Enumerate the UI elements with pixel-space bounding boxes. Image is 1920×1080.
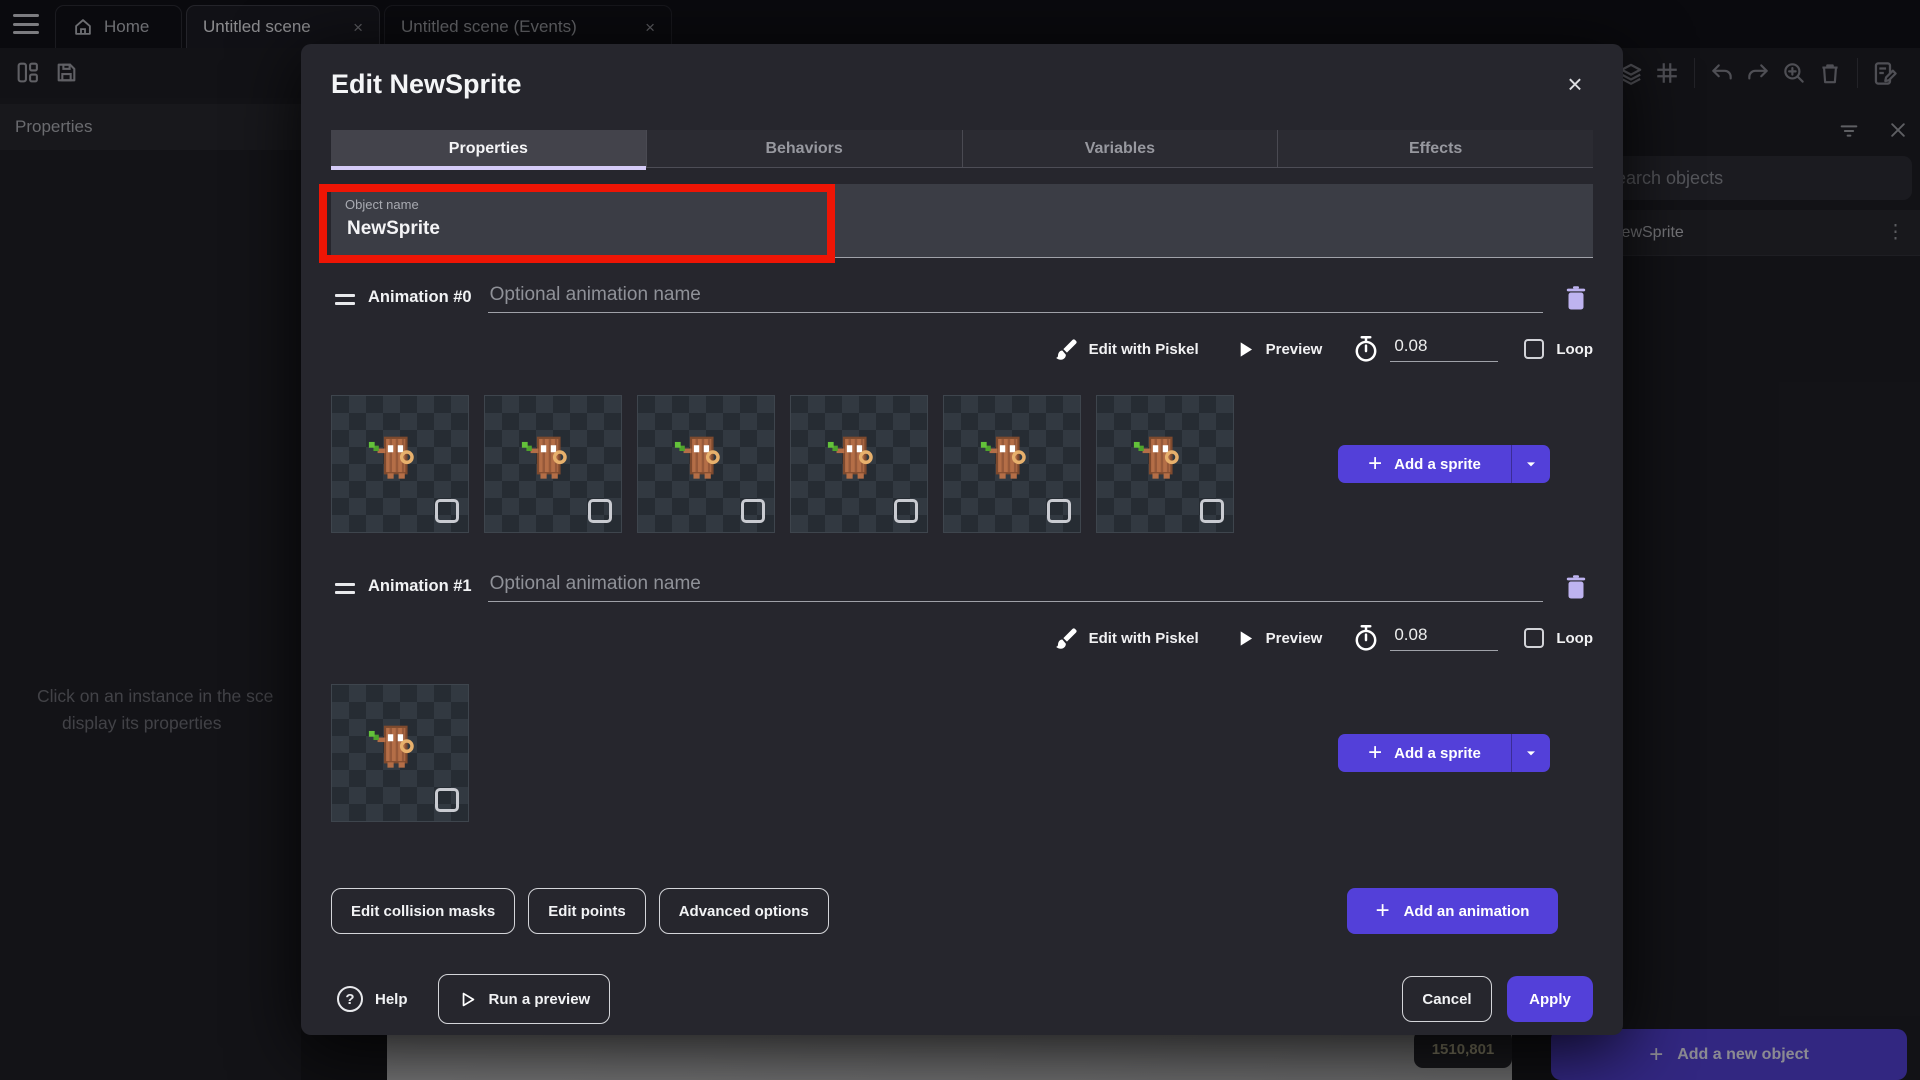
drag-handle-icon[interactable] [335,294,355,305]
plus-icon: + [1368,741,1382,765]
delete-animation-button[interactable] [1563,285,1589,313]
sprite-thumbnail [517,427,583,493]
sprite-frame[interactable] [1096,395,1234,533]
run-preview-button[interactable]: Run a preview [438,974,611,1024]
preview-button[interactable]: Preview [1235,339,1323,360]
close-dialog-icon[interactable]: × [1561,70,1589,98]
frame-select-checkbox[interactable] [435,788,459,812]
add-animation-label: Add an animation [1404,903,1530,920]
help-button[interactable]: ? Help [331,986,408,1012]
plus-icon: + [1368,452,1382,476]
sprite-thumbnail [364,716,430,782]
animation-1-frames: + Add a sprite [331,684,1593,822]
sprite-thumbnail [1129,427,1195,493]
time-between-frames-input[interactable] [1390,336,1498,362]
frame-select-checkbox[interactable] [435,499,459,523]
run-preview-label: Run a preview [489,991,591,1008]
play-icon [1235,339,1256,360]
frame-select-checkbox[interactable] [1047,499,1071,523]
sprite-frame[interactable] [484,395,622,533]
add-animation-button[interactable]: + Add an animation [1347,888,1558,934]
dialog-tabs: Properties Behaviors Variables Effects [331,130,1593,168]
animation-0-header: Animation #0 [331,281,1593,313]
sprite-thumbnail [976,427,1042,493]
apply-button[interactable]: Apply [1507,976,1593,1022]
sprite-frame[interactable] [331,395,469,533]
sprite-frame[interactable] [637,395,775,533]
dialog-title: Edit NewSprite [331,69,1593,100]
time-between-frames-input[interactable] [1390,625,1498,651]
chevron-down-icon [1523,456,1539,472]
animation-0-frames: + Add a sprite [331,395,1593,533]
sprite-frame[interactable] [943,395,1081,533]
sprite-thumbnail [364,427,430,493]
plus-icon: + [1376,899,1390,923]
add-sprite-label: Add a sprite [1394,456,1481,473]
add-sprite-dropdown[interactable] [1512,445,1550,483]
play-icon [1235,628,1256,649]
frame-select-checkbox[interactable] [894,499,918,523]
edit-with-piskel-label: Edit with Piskel [1089,630,1199,647]
dialog-footer: ? Help Run a preview Cancel Apply [331,974,1593,1024]
edit-points-button[interactable]: Edit points [528,888,646,934]
preview-label: Preview [1266,630,1323,647]
stopwatch-icon [1352,623,1380,653]
edit-with-piskel-label: Edit with Piskel [1089,341,1199,358]
add-sprite-button[interactable]: + Add a sprite [1338,445,1550,483]
brush-icon [1054,626,1079,651]
cancel-button[interactable]: Cancel [1402,976,1492,1022]
edit-with-piskel-button[interactable]: Edit with Piskel [1054,626,1199,651]
loop-checkbox[interactable] [1524,628,1544,648]
help-icon: ? [337,986,363,1012]
edit-collision-masks-button[interactable]: Edit collision masks [331,888,515,934]
frame-select-checkbox[interactable] [588,499,612,523]
chevron-down-icon [1523,745,1539,761]
loop-label: Loop [1556,341,1593,358]
add-sprite-label: Add a sprite [1394,745,1481,762]
animation-name-input[interactable] [488,284,1543,313]
help-label: Help [375,991,408,1008]
animation-0-tools: Edit with Piskel Preview Loop [331,331,1593,367]
sprite-thumbnail [823,427,889,493]
advanced-options-button[interactable]: Advanced options [659,888,829,934]
object-name-field[interactable]: Object name [331,184,1593,258]
edit-with-piskel-button[interactable]: Edit with Piskel [1054,337,1199,362]
object-name-label: Object name [345,197,1593,212]
object-name-input[interactable] [345,217,945,241]
sprite-frame[interactable] [331,684,469,822]
frame-select-checkbox[interactable] [1200,499,1224,523]
preview-label: Preview [1266,341,1323,358]
preview-button[interactable]: Preview [1235,628,1323,649]
animation-name-input[interactable] [488,573,1543,602]
tab-properties[interactable]: Properties [331,130,647,167]
frame-select-checkbox[interactable] [741,499,765,523]
brush-icon [1054,337,1079,362]
sprite-frame[interactable] [790,395,928,533]
loop-label: Loop [1556,630,1593,647]
edit-sprite-dialog: Edit NewSprite × Properties Behaviors Va… [301,44,1623,1035]
sprite-thumbnail [670,427,736,493]
play-icon [458,990,477,1009]
tab-variables[interactable]: Variables [963,130,1279,167]
drag-handle-icon[interactable] [335,583,355,594]
add-sprite-button[interactable]: + Add a sprite [1338,734,1550,772]
animation-1-header: Animation #1 [331,570,1593,602]
sprite-actions-row: Edit collision masks Edit points Advance… [331,888,1593,934]
loop-checkbox[interactable] [1524,339,1544,359]
tab-behaviors[interactable]: Behaviors [647,130,963,167]
tab-effects[interactable]: Effects [1278,130,1593,167]
animation-title: Animation #1 [368,577,472,602]
add-sprite-dropdown[interactable] [1512,734,1550,772]
delete-animation-button[interactable] [1563,574,1589,602]
animation-title: Animation #0 [368,288,472,313]
animation-1-tools: Edit with Piskel Preview Loop [331,620,1593,656]
stopwatch-icon [1352,334,1380,364]
